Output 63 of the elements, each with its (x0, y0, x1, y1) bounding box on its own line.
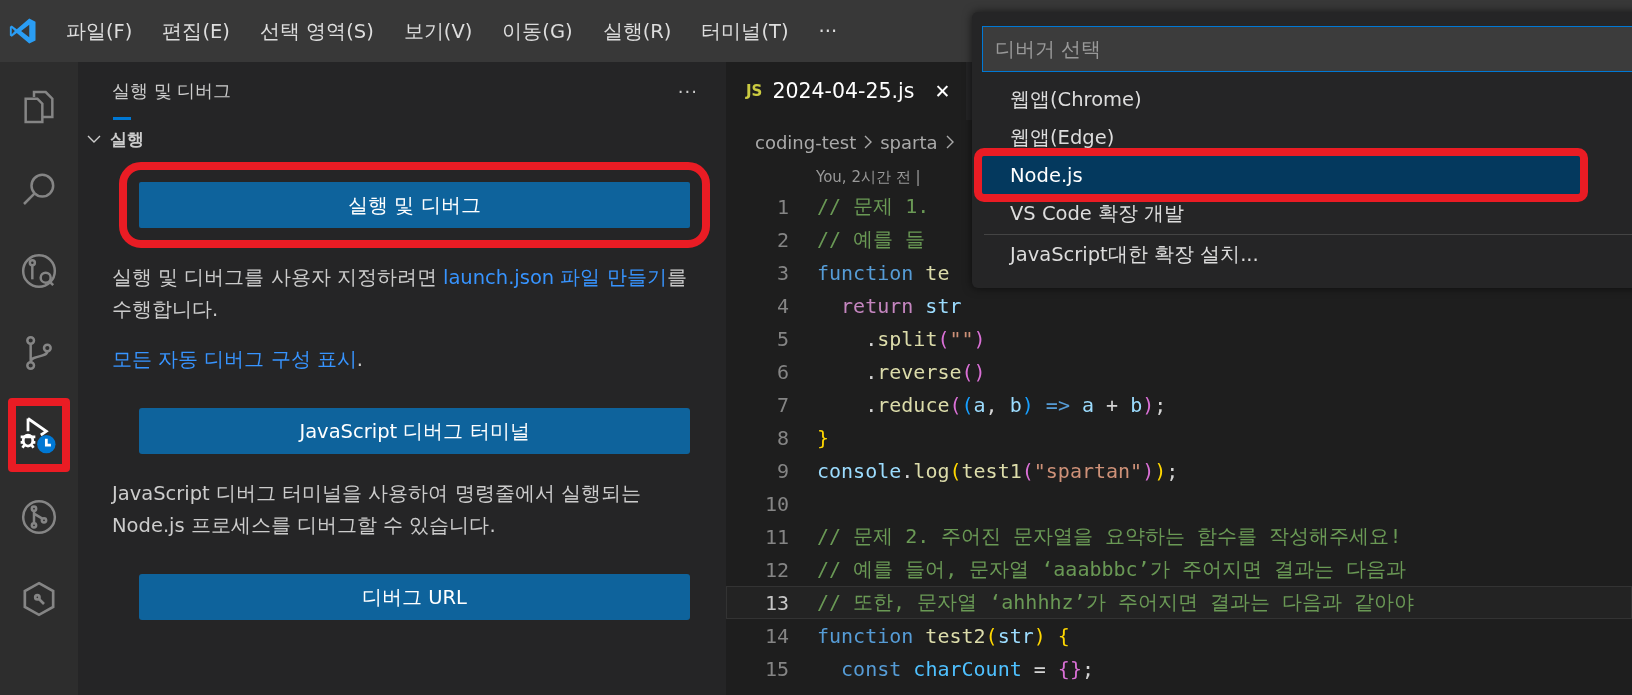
branch-circle-icon (19, 497, 59, 537)
line-number: 5 (775, 326, 790, 351)
breadcrumb-item[interactable]: coding-test (755, 131, 857, 153)
menu-item[interactable]: 파일(F) (50, 17, 147, 45)
code-line: } (817, 425, 830, 450)
app-logo-icon (8, 16, 38, 46)
code-line: .split("") (864, 326, 986, 351)
menu-item[interactable]: 보기(V) (387, 17, 487, 45)
menu-item[interactable]: 터미널(T) (685, 17, 803, 45)
debugger-option[interactable]: JavaScript대한 확장 설치... (982, 235, 1602, 273)
line-number: 6 (775, 359, 790, 384)
line-number: 11 (763, 524, 790, 549)
action-button[interactable]: 디버그 URL (139, 574, 690, 620)
sidebar-title: 실행 및 디버그 (112, 79, 232, 103)
code-line: // 예를 들어, 문자열 ‘aaabbbc’가 주어지면 결과는 다음과 (817, 556, 1406, 583)
code-line: function te (817, 260, 950, 285)
line-number: 2 (775, 227, 790, 252)
menu-item[interactable]: 선택 영역(S) (244, 17, 388, 45)
editor-tab[interactable]: JS 2024-04-25.js ✕ (726, 62, 967, 120)
line-number: 1 (775, 194, 790, 219)
more-menu-button[interactable]: ··· (802, 19, 852, 43)
debugger-search-field[interactable]: 디버거 선택 (982, 26, 1632, 72)
line-number: 4 (775, 293, 790, 318)
link[interactable]: 모든 자동 디버그 구성 표시 (112, 348, 357, 371)
link[interactable]: launch.json 파일 만들기 (443, 266, 667, 289)
breadcrumb-item[interactable]: sparta (880, 131, 938, 153)
code-line: .reduce((a, b) => a + b); (864, 392, 1167, 417)
action-button[interactable]: 실행 및 디버그 (139, 182, 690, 228)
help-paragraph: JavaScript 디버그 터미널을 사용하여 명령줄에서 실행되는 Node.js 프로세스를 디버그할 수 있습니다. (112, 481, 642, 539)
code-line: // 또한, 문자열 ‘ahhhhz’가 주어지면 결과는 다음과 같아야 (817, 589, 1414, 616)
code-line: // 문제 1. (817, 193, 930, 220)
code-line: function test2(str) { (817, 623, 1070, 648)
menu-item[interactable]: 편집(E) (146, 17, 244, 45)
line-number: 7 (775, 392, 790, 417)
line-number: 12 (763, 557, 790, 582)
code-line: .reverse() (864, 359, 986, 384)
debugger-option[interactable]: VS Code 확장 개발 (982, 194, 1602, 232)
line-number: 13 (763, 590, 790, 615)
line-number: 8 (775, 425, 790, 450)
code-line: return str (840, 293, 962, 318)
code-line: console.log(test1("spartan")); (817, 458, 1179, 483)
line-number: 3 (775, 260, 790, 285)
line-number: 9 (775, 458, 790, 483)
line-number: 14 (763, 623, 790, 648)
js-file-icon: JS (746, 82, 763, 100)
help-paragraph: 모든 자동 디버그 구성 표시. (112, 347, 364, 373)
code-lens[interactable]: You, 2시간 전 | (816, 167, 921, 187)
line-number: 15 (763, 656, 790, 681)
action-button[interactable]: JavaScript 디버그 터미널 (139, 408, 690, 454)
code-line: const charCount = {}; (840, 656, 1094, 681)
debugger-option[interactable]: 웹앱(Edge) (982, 118, 1602, 156)
help-paragraph: 실행 및 디버그를 사용자 지정하려면 launch.json 파일 만들기 를 수행합니다. (112, 265, 688, 323)
code-line: // 예를 들 (817, 226, 926, 253)
menu-item[interactable]: 실행(R) (586, 17, 686, 45)
close-button[interactable]: ✕ (934, 80, 951, 102)
debugger-option[interactable]: 웹앱(Chrome) (982, 80, 1602, 118)
menu-item[interactable]: 이동(G) (486, 17, 587, 45)
section-header[interactable]: 실행 (78, 120, 726, 158)
line-number: 10 (763, 491, 790, 516)
activity-bar-button[interactable] (8, 398, 70, 472)
remote-explorer-icon (19, 251, 59, 291)
more-actions-button[interactable]: ··· (677, 80, 698, 102)
code-line: // 문제 2. 주어진 문자열을 요약하는 함수를 작성해주세요! (817, 523, 1402, 550)
